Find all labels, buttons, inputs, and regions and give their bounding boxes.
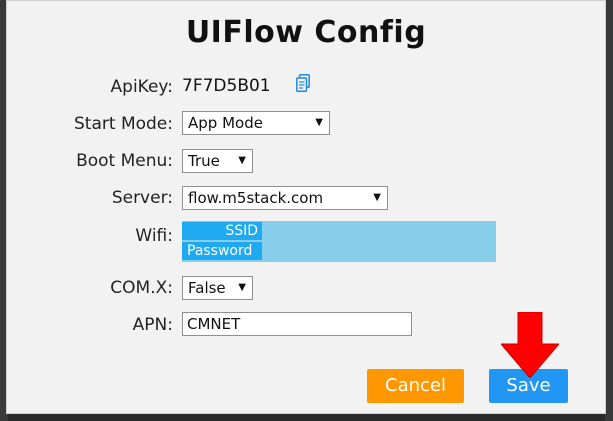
wifi-password-field[interactable]: Password bbox=[182, 242, 262, 260]
boot-menu-value: True bbox=[188, 152, 220, 170]
apikey-value: 7F7D5B01 bbox=[182, 76, 271, 96]
cancel-button[interactable]: Cancel bbox=[367, 369, 464, 403]
server-value: flow.m5stack.com bbox=[188, 189, 324, 207]
dialog-title: UIFlow Config bbox=[185, 15, 427, 50]
server-label: Server: bbox=[111, 188, 173, 208]
dropdown-arrow-icon: ▼ bbox=[238, 155, 246, 166]
copy-icon[interactable] bbox=[296, 74, 310, 92]
page-edge-right bbox=[605, 0, 613, 421]
boot-menu-select[interactable]: True ▼ bbox=[182, 149, 253, 173]
boot-menu-label: Boot Menu: bbox=[76, 151, 173, 171]
apn-label: APN: bbox=[132, 315, 173, 335]
wifi-label: Wifi: bbox=[135, 226, 173, 246]
wifi-ssid-field[interactable]: SSID bbox=[182, 222, 262, 240]
start-mode-value: App Mode bbox=[188, 114, 263, 132]
dropdown-arrow-icon: ▼ bbox=[238, 282, 246, 293]
start-mode-select[interactable]: App Mode ▼ bbox=[182, 111, 330, 135]
dropdown-arrow-icon: ▼ bbox=[315, 117, 323, 128]
start-mode-label: Start Mode: bbox=[74, 114, 173, 134]
comx-select[interactable]: False ▼ bbox=[182, 276, 253, 300]
red-arrow-icon bbox=[501, 312, 559, 378]
server-select[interactable]: flow.m5stack.com ▼ bbox=[182, 186, 388, 210]
comx-label: COM.X: bbox=[110, 278, 173, 298]
dropdown-arrow-icon: ▼ bbox=[373, 192, 381, 203]
comx-value: False bbox=[188, 279, 226, 297]
apikey-label: ApiKey: bbox=[110, 77, 173, 97]
apn-input[interactable]: CMNET bbox=[182, 312, 412, 336]
config-dialog: UIFlow Config ApiKey: 7F7D5B01 Start Mod… bbox=[6, 0, 606, 414]
wifi-credentials-area: SSID Password bbox=[182, 221, 496, 262]
